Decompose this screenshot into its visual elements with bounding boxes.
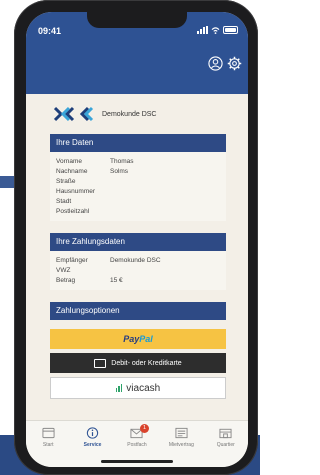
field-label: Betrag [56, 277, 76, 284]
status-icons [197, 26, 238, 34]
settings-gear-icon[interactable] [227, 56, 242, 71]
building-icon [219, 428, 232, 439]
field-label: VWZ [56, 267, 71, 274]
field-row: Nachname Solms [56, 167, 220, 177]
field-row: Stadt [56, 197, 220, 207]
merchant-name: Demokunde DSC [102, 110, 157, 118]
contract-icon [175, 427, 188, 439]
profile-icon[interactable] [208, 56, 223, 71]
tab-label: Mietvertrag [168, 442, 194, 448]
payment-options-title: Zahlungsoptionen [50, 302, 226, 320]
paypal-logo-part1: Pay [123, 334, 140, 344]
tab-label: Postfach [127, 442, 147, 448]
tab-label: Service [83, 442, 102, 448]
checkout-content: Demokunde DSC Ihre Daten Vorname Thomas N… [32, 94, 242, 420]
field-label: Stadt [56, 198, 72, 205]
tab-label: Quartier [216, 442, 235, 448]
card-payment-label: Debit- oder Kreditkarte [111, 359, 182, 367]
battery-icon [223, 26, 238, 34]
info-icon [86, 427, 99, 439]
tab-quartier[interactable]: Quartier [206, 427, 246, 448]
field-label: Postleitzahl [56, 208, 90, 215]
field-value: Thomas [110, 158, 134, 165]
field-row: Straße [56, 177, 220, 187]
viacash-bars-icon [115, 384, 123, 392]
tab-postfach[interactable]: 1 Postfach [117, 424, 157, 448]
app-header: 09:41 [26, 12, 248, 94]
field-label: Empfänger [56, 257, 88, 264]
tab-label: Start [42, 442, 54, 448]
notification-badge: 1 [139, 424, 149, 433]
signal-icon [197, 26, 208, 34]
bottom-tab-bar: Start Service 1 Postfach Mietvertrag Qua… [26, 420, 248, 467]
tab-service[interactable]: Service [73, 427, 113, 448]
home-indicator [101, 460, 173, 463]
field-value: Demokunde DSC [110, 257, 161, 264]
field-row: Betrag 15 € [56, 276, 220, 286]
paypal-button[interactable]: Pay Pal [50, 329, 226, 349]
personal-data-card: Ihre Daten Vorname Thomas Nachname Solms S… [50, 134, 226, 221]
field-row: Empfänger Demokunde DSC [56, 256, 220, 266]
field-row: VWZ [56, 266, 220, 276]
field-value: Solms [110, 168, 129, 175]
status-time: 09:41 [38, 26, 62, 36]
field-row: Vorname Thomas [56, 157, 220, 167]
field-label: Vorname [56, 158, 83, 165]
field-label: Straße [56, 178, 76, 185]
card-payment-button[interactable]: Debit- oder Kreditkarte [50, 353, 226, 373]
credit-card-icon [94, 358, 107, 368]
payment-data-title: Ihre Zahlungsdaten [50, 233, 226, 251]
app-screen: 09:41 Demokunde DSC Ihre Daten Vorname T… [26, 12, 248, 467]
viacash-button[interactable]: viacash [50, 377, 226, 399]
viacash-label: viacash [126, 382, 161, 394]
dsc-logo [54, 106, 94, 122]
payment-data-card: Ihre Zahlungsdaten Empfänger Demokunde DS… [50, 233, 226, 290]
paypal-logo-part2: Pal [139, 334, 153, 344]
merchant-header: Demokunde DSC [32, 94, 242, 134]
tab-start[interactable]: Start [28, 427, 68, 448]
field-value: 15 € [110, 277, 123, 284]
field-label: Nachname [56, 168, 88, 175]
field-row: Postleitzahl [56, 207, 220, 217]
wifi-icon [211, 26, 220, 34]
field-row: Hausnummer [56, 187, 220, 197]
start-icon [42, 427, 55, 439]
payment-options-card: Zahlungsoptionen [50, 302, 226, 320]
field-label: Hausnummer [56, 188, 96, 195]
personal-data-title: Ihre Daten [50, 134, 226, 152]
tab-mietvertrag[interactable]: Mietvertrag [161, 427, 201, 448]
phone-notch [87, 12, 187, 28]
